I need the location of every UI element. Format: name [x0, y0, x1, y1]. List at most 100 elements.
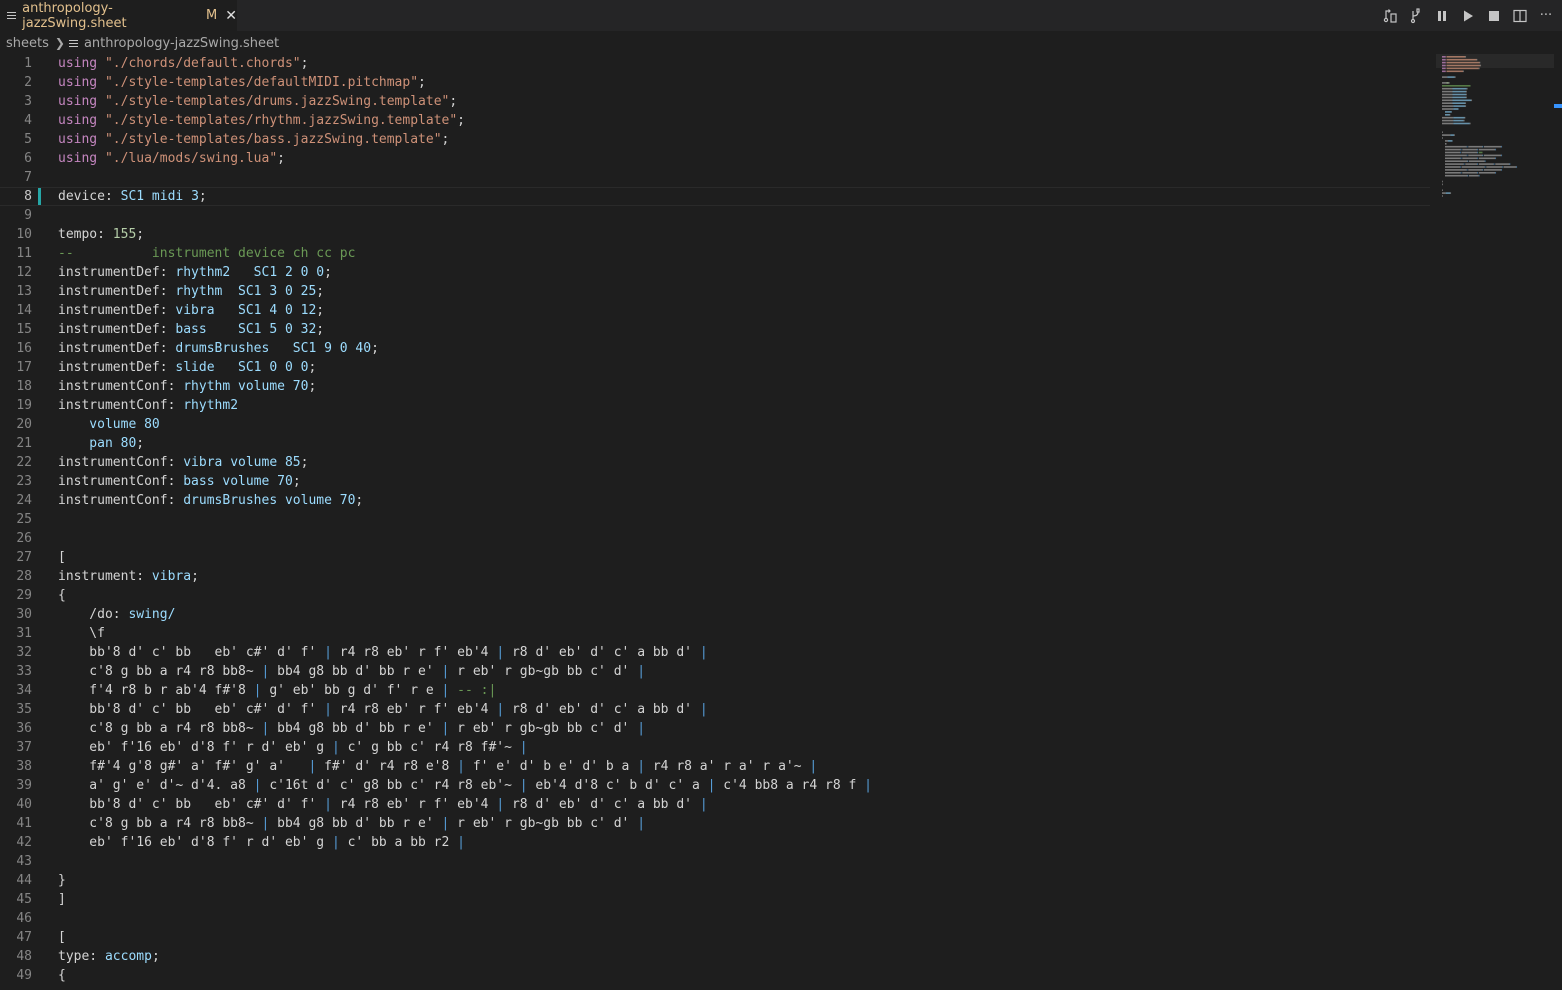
- token-str: "./style-templates/bass.jazzSwing.templa…: [104, 132, 442, 147]
- split-editor-icon[interactable]: [1512, 8, 1528, 24]
- code-line[interactable]: 23 instrumentConf: bass volume 70;: [0, 472, 1430, 491]
- code-line[interactable]: 45]: [0, 890, 1430, 909]
- minimap-token: [1442, 195, 1443, 197]
- code-line[interactable]: 19 instrumentConf: rhythm2: [0, 396, 1430, 415]
- token-fld: [97, 151, 105, 166]
- minimap-token: [1446, 56, 1466, 58]
- code-line[interactable]: 17 instrumentDef: slide SC1 0 0 0;: [0, 358, 1430, 377]
- code-line[interactable]: 14 instrumentDef: vibra SC1 4 0 12;: [0, 301, 1430, 320]
- breadcrumb-folder[interactable]: sheets: [6, 36, 49, 51]
- code-line[interactable]: 39 a' g' e' d'~ d'4. a8 | c'16t d' c' g8…: [0, 776, 1430, 795]
- code-text: pan 80;: [58, 434, 144, 453]
- code-line[interactable]: 38 f#'4 g'8 g#' a' f#' g' a' | f#' d' r4…: [0, 757, 1430, 776]
- code-line[interactable]: 26: [0, 529, 1430, 548]
- minimap-token: [1442, 189, 1443, 191]
- code-line[interactable]: 21 pan 80;: [0, 434, 1430, 453]
- code-line[interactable]: 42 eb' f'16 eb' d'8 f' r d' eb' g | c' b…: [0, 833, 1430, 852]
- code-line[interactable]: 30 /do: swing/: [0, 605, 1430, 624]
- minimap-token: [1442, 64, 1446, 67]
- minimap-token: [1452, 93, 1466, 96]
- token-fld: {: [58, 588, 66, 603]
- minimap-token: [1480, 64, 1482, 67]
- code-line[interactable]: 25: [0, 510, 1430, 529]
- code-line[interactable]: 5 using "./style-templates/bass.jazzSwing…: [0, 130, 1430, 149]
- token-bar: |: [519, 778, 528, 793]
- code-line[interactable]: 3 using "./style-templates/drums.jazzSwin…: [0, 92, 1430, 111]
- code-line[interactable]: 36 c'8 g bb a r4 r8 bb8~ | bb4 g8 bb d' …: [0, 719, 1430, 738]
- token-id: pan 80: [58, 436, 137, 451]
- token-fld: ;: [355, 493, 364, 508]
- more-actions-icon[interactable]: ···: [1538, 8, 1554, 24]
- minimap-token: [1461, 166, 1485, 168]
- minimap-token: [1445, 148, 1461, 151]
- code-line[interactable]: 35 bb'8 d' c' bb eb' c#' d' f' | r4 r8 e…: [0, 700, 1430, 719]
- minimap-token: [1477, 163, 1479, 165]
- minimap-token: [1466, 90, 1467, 93]
- token-bar: |: [637, 721, 646, 736]
- code-line[interactable]: 16 instrumentDef: drumsBrushes SC1 9 0 40…: [0, 339, 1430, 358]
- minimap-token: [1442, 119, 1454, 122]
- code-line[interactable]: 43: [0, 852, 1430, 871]
- code-line[interactable]: 41 c'8 g bb a r4 r8 bb8~ | bb4 g8 bb d' …: [0, 814, 1430, 833]
- code-line[interactable]: 40 bb'8 d' c' bb eb' c#' d' f' | r4 r8 e…: [0, 795, 1430, 814]
- minimap[interactable]: [1438, 54, 1554, 214]
- code-line[interactable]: 6 using "./lua/mods/swing.lua";: [0, 149, 1430, 168]
- code-line[interactable]: 49 {: [0, 966, 1430, 985]
- line-number: 43: [16, 854, 32, 869]
- code-line[interactable]: 10 tempo: 155;: [0, 225, 1430, 244]
- token-note: g' eb' bb g d' f' r e: [261, 683, 442, 698]
- code-line[interactable]: 24 instrumentConf: drumsBrushes volume 70…: [0, 491, 1430, 510]
- token-note: c'8 g bb a r4 r8 bb8~: [58, 721, 262, 736]
- token-note: bb'8 d' c' bb eb' c#' d' f': [58, 702, 325, 717]
- code-line[interactable]: 34 f'4 r8 b r ab'4 f#'8 | g' eb' bb g d'…: [0, 681, 1430, 700]
- source-control-compare-icon[interactable]: [1382, 8, 1398, 24]
- code-text: c'8 g bb a r4 r8 bb8~ | bb4 g8 bb d' bb …: [58, 719, 645, 738]
- code-line[interactable]: 31 \f: [0, 624, 1430, 643]
- token-fld: /do:: [58, 607, 129, 622]
- token-bar: |: [864, 778, 872, 793]
- code-line[interactable]: 44}: [0, 871, 1430, 890]
- code-editor[interactable]: 1 using "./chords/default.chords"; 2 using …: [0, 54, 1430, 990]
- code-line[interactable]: 22 instrumentConf: vibra volume 85;: [0, 453, 1430, 472]
- token-fld: ;: [371, 341, 379, 356]
- code-line[interactable]: 37 eb' f'16 eb' d'8 f' r d' eb' g | c' g…: [0, 738, 1430, 757]
- breadcrumb-file[interactable]: anthropology-jazzSwing.sheet: [84, 36, 279, 51]
- code-text: c'8 g bb a r4 r8 bb8~ | bb4 g8 bb d' bb …: [58, 814, 645, 833]
- token-fld: instrumentDef:: [58, 341, 176, 356]
- code-line[interactable]: 29 {: [0, 586, 1430, 605]
- branch-icon[interactable]: [1408, 7, 1424, 24]
- code-line[interactable]: 8 device: SC1 midi 3;: [0, 187, 1430, 206]
- close-icon[interactable]: ✕: [225, 8, 237, 24]
- code-line[interactable]: 32 bb'8 d' c' bb eb' c#' d' f' | r4 r8 e…: [0, 643, 1430, 662]
- code-text: instrumentDef: rhythm2 SC1 2 0 0;: [58, 263, 332, 282]
- code-line[interactable]: 47 [: [0, 928, 1430, 947]
- code-line[interactable]: 4 using "./style-templates/rhythm.jazzSwi…: [0, 111, 1430, 130]
- code-line[interactable]: 33 c'8 g bb a r4 r8 bb8~ | bb4 g8 bb d' …: [0, 662, 1430, 681]
- code-line[interactable]: 9: [0, 206, 1430, 225]
- minimap-token: [1466, 145, 1468, 148]
- code-line[interactable]: 46: [0, 909, 1430, 928]
- code-line[interactable]: 48 type: accomp;: [0, 947, 1430, 966]
- code-line[interactable]: 27 [: [0, 548, 1430, 567]
- code-line[interactable]: 2 using "./style-templates/defaultMIDI.pi…: [0, 73, 1430, 92]
- stop-icon[interactable]: [1486, 8, 1502, 24]
- minimap-token: [1495, 163, 1510, 165]
- code-line[interactable]: 7: [0, 168, 1430, 187]
- minimap-token: [1442, 87, 1453, 90]
- play-icon[interactable]: [1460, 8, 1476, 24]
- code-line[interactable]: 12 instrumentDef: rhythm2 SC1 2 0 0;: [0, 263, 1430, 282]
- editor-tab[interactable]: anthropology-jazzSwing.sheet M ✕: [0, 0, 237, 31]
- minimap-token: [1477, 172, 1479, 174]
- code-line[interactable]: 20 volume 80: [0, 415, 1430, 434]
- code-line[interactable]: 18 instrumentConf: rhythm volume 70;: [0, 377, 1430, 396]
- code-line[interactable]: 11 -- instrument device ch cc pc: [0, 244, 1430, 263]
- line-number: 26: [16, 531, 32, 546]
- pause-icon[interactable]: [1434, 8, 1450, 24]
- line-number: 37: [16, 740, 32, 755]
- code-line[interactable]: 28 instrument: vibra;: [0, 567, 1430, 586]
- code-text: volume 80: [58, 415, 159, 434]
- code-line[interactable]: 13 instrumentDef: rhythm SC1 3 0 25;: [0, 282, 1430, 301]
- code-line[interactable]: 1 using "./chords/default.chords";: [0, 54, 1430, 73]
- code-line[interactable]: 15 instrumentDef: bass SC1 5 0 32;: [0, 320, 1430, 339]
- minimap-token: [1442, 67, 1446, 70]
